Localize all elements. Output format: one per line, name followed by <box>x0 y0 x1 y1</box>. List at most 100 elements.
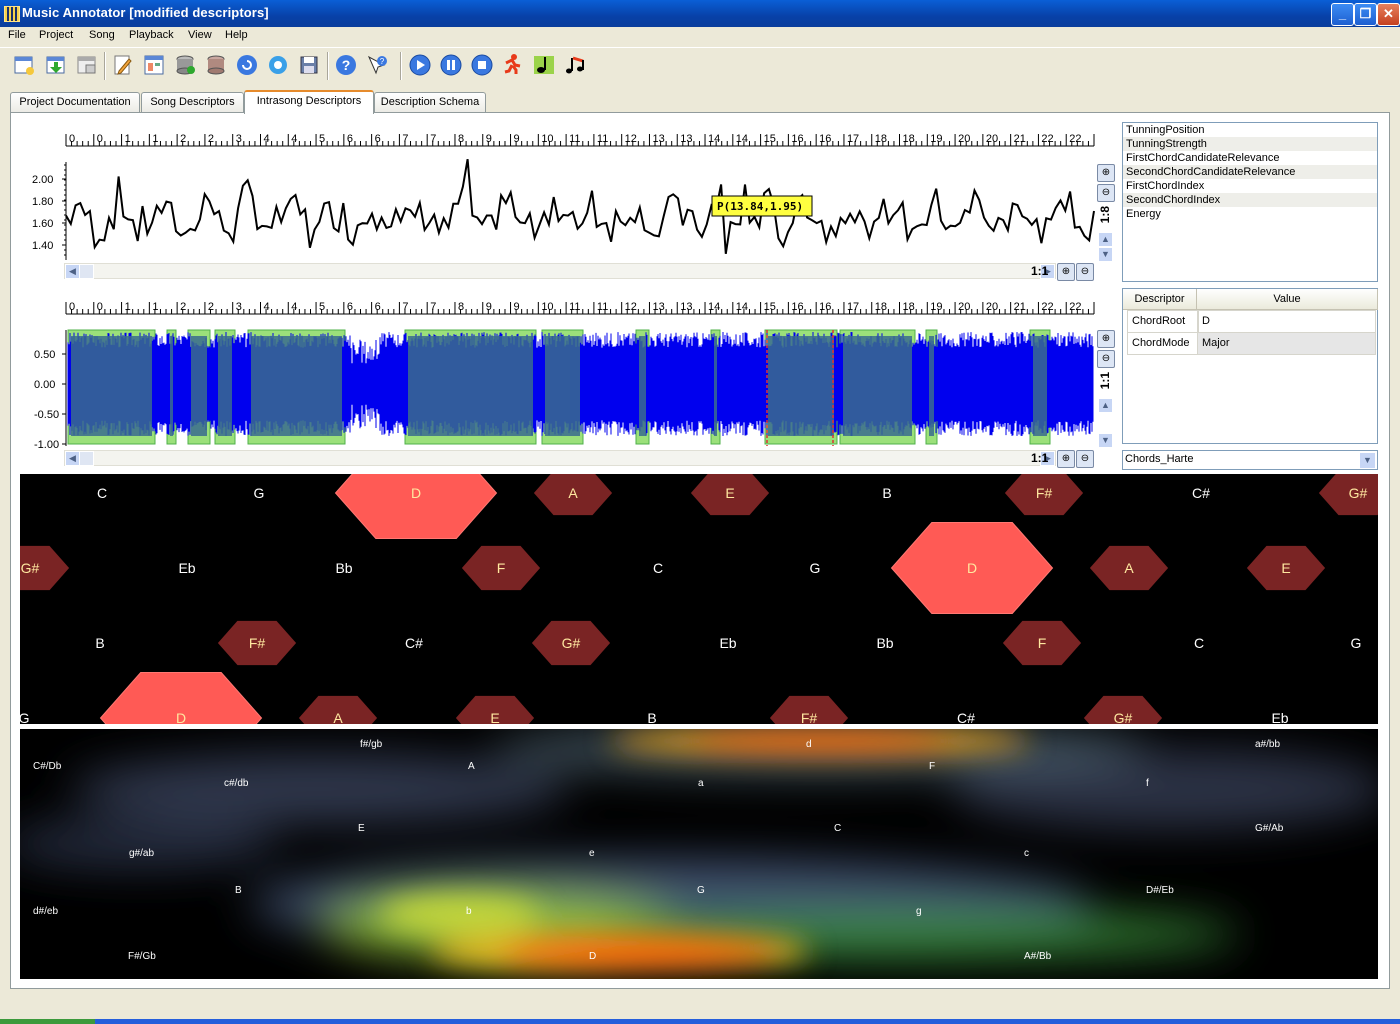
waveform-chart[interactable]: 0 0 1 1 2 2 3 4 4 5 6 6 7 7 8 9 9 10 11 11 12 13 13 14 14 15 16 16 1… <box>20 288 1116 468</box>
table-cell-value[interactable]: D <box>1197 310 1376 333</box>
add-db-icon[interactable] <box>173 53 197 77</box>
scroll-left-button[interactable]: ◀ <box>65 264 80 279</box>
time-ruler-label: 14 <box>736 133 748 145</box>
list-item[interactable]: SecondChordIndex <box>1123 193 1377 207</box>
energy-series-line <box>65 159 1095 254</box>
list-item[interactable]: FirstChordIndex <box>1123 179 1377 193</box>
menu-help[interactable]: Help <box>225 29 248 41</box>
time-ruler-label: 9 <box>486 133 492 145</box>
time-ruler-label: 0 <box>69 133 75 145</box>
time-ruler-label: 19 <box>930 301 942 313</box>
list-item[interactable]: SecondChordCandidateRelevance <box>1123 165 1377 179</box>
v-scroll-down-button[interactable]: ▼ <box>1098 247 1113 262</box>
tonnetz-note-label: C <box>97 485 107 501</box>
menu-view[interactable]: View <box>188 29 212 41</box>
key-label: a#/bb <box>1255 739 1281 750</box>
scroll-thumb[interactable] <box>79 264 94 279</box>
time-ruler-label: 11 <box>569 133 580 145</box>
v-zoom-in-icon[interactable]: ⊕ <box>1097 330 1115 348</box>
menu-song[interactable]: Song <box>89 29 115 41</box>
v-zoom-out-icon[interactable]: ⊖ <box>1097 350 1115 368</box>
segment-inner <box>843 336 912 436</box>
stop-icon[interactable] <box>470 53 494 77</box>
y-tick-label: 1.80 <box>32 196 53 208</box>
segment-inner <box>929 336 934 436</box>
tonnetz-note-label: Bb <box>876 635 893 651</box>
time-ruler-label: 22 <box>1041 301 1053 313</box>
scroll-left-button[interactable]: ◀ <box>65 451 80 466</box>
waveform-h-scrollbar[interactable]: ◀ ▶ <box>64 450 1056 466</box>
edit-icon[interactable] <box>111 53 135 77</box>
tab-description-schema[interactable]: Description Schema <box>374 92 486 112</box>
key-label: F#/Gb <box>128 951 156 962</box>
zoom-out-icon[interactable]: ⊖ <box>1076 450 1094 468</box>
schema-select[interactable]: Chords_Harte ▼ <box>1122 450 1378 470</box>
schema-select-value: Chords_Harte <box>1125 453 1194 465</box>
layout-icon[interactable] <box>142 53 166 77</box>
toolbar: ? ? <box>0 47 1400 84</box>
new-project-icon[interactable] <box>12 53 36 77</box>
tab-project-documentation[interactable]: Project Documentation <box>10 92 140 112</box>
keyspace-view[interactable]: f#/gb d a#/bb C#/Db A Fc#/db a f E C G#/Ab g#/ab e c B… <box>20 729 1378 979</box>
list-item[interactable]: Energy <box>1123 207 1377 221</box>
maximize-button[interactable]: ❐ <box>1354 3 1377 26</box>
energy-chart[interactable]: 0 0 1 1 2 2 3 4 4 5 6 6 7 7 8 9 9 10 11 11 12 13 13 14 14 15 16 16 1… <box>20 122 1116 282</box>
waveform-plot[interactable]: 0 0 1 1 2 2 3 4 4 5 6 6 7 7 8 9 9 10 11 11 12 13 13 14 14 15 16 16 1… <box>20 288 1116 468</box>
time-ruler-label: 0 <box>97 301 103 313</box>
column-header-value[interactable]: Value <box>1197 289 1378 310</box>
save-icon[interactable] <box>297 53 321 77</box>
tonnetz-view[interactable]: C G D A E B F# C# G# G# Eb Bb F C G D A E B F# C# G# Eb Bb F C G G D… <box>20 474 1378 724</box>
column-header-descriptor[interactable]: Descriptor <box>1123 289 1197 310</box>
scroll-thumb[interactable] <box>79 451 94 466</box>
chevron-down-icon[interactable]: ▼ <box>1359 452 1376 469</box>
v-scroll-down-button[interactable]: ▼ <box>1098 433 1113 448</box>
list-item[interactable]: FirstChordCandidateRelevance <box>1123 151 1377 165</box>
zoom-out-icon[interactable]: ⊖ <box>1076 263 1094 281</box>
play-icon[interactable] <box>408 53 432 77</box>
menu-file[interactable]: File <box>8 29 26 41</box>
pause-icon[interactable] <box>439 53 463 77</box>
zoom-in-icon[interactable]: ⊕ <box>1057 263 1075 281</box>
db-icon[interactable] <box>204 53 228 77</box>
list-item[interactable]: TunningStrength <box>1123 137 1377 151</box>
list-item[interactable]: TunningPosition <box>1123 123 1377 137</box>
settings-icon[interactable] <box>266 53 290 77</box>
tab-song-descriptors[interactable]: Song Descriptors <box>141 92 244 112</box>
start-button[interactable] <box>0 1019 95 1024</box>
time-ruler-label: 5 <box>319 301 325 313</box>
minimize-button[interactable]: _ <box>1331 3 1354 26</box>
menu-playback[interactable]: Playback <box>129 29 174 41</box>
v-zoom-in-icon[interactable]: ⊕ <box>1097 164 1115 182</box>
key-label: g#/ab <box>129 848 155 859</box>
tab-intrasong-descriptors[interactable]: Intrasong Descriptors <box>244 90 374 114</box>
multi-note-icon[interactable] <box>563 53 587 77</box>
tonnetz-note-label: F# <box>801 710 818 724</box>
y-tick-label: 0.50 <box>34 349 55 361</box>
help-icon[interactable]: ? <box>334 53 358 77</box>
runner-icon[interactable] <box>500 53 524 77</box>
time-ruler-label: 1 <box>125 301 131 313</box>
refresh-icon[interactable] <box>235 53 259 77</box>
menu-project[interactable]: Project <box>39 29 73 41</box>
y-tick-label: -0.50 <box>34 409 59 421</box>
time-ruler-label: 6 <box>375 301 381 313</box>
open-project-icon[interactable] <box>44 53 68 77</box>
close-project-icon[interactable] <box>75 53 99 77</box>
close-button[interactable]: ✕ <box>1377 3 1400 26</box>
descriptor-list[interactable]: TunningPosition TunningStrength FirstCho… <box>1122 122 1378 282</box>
menu-bar: File Project Song Playback View Help <box>0 27 1400 46</box>
table-cell-value[interactable]: Major <box>1197 332 1376 355</box>
time-ruler-label: 7 <box>402 301 408 313</box>
note-icon[interactable] <box>532 53 556 77</box>
zoom-in-icon[interactable]: ⊕ <box>1057 450 1075 468</box>
v-scroll-up-button[interactable]: ▲ <box>1098 232 1113 247</box>
whats-this-icon[interactable]: ? <box>365 53 389 77</box>
v-zoom-out-icon[interactable]: ⊖ <box>1097 184 1115 202</box>
descriptor-table[interactable]: Descriptor Value ChordRoot D ChordMode M… <box>1122 288 1378 444</box>
time-ruler-label: 5 <box>319 133 325 145</box>
v-scroll-up-button[interactable]: ▲ <box>1098 398 1113 413</box>
energy-plot[interactable]: 0 0 1 1 2 2 3 4 4 5 6 6 7 7 8 9 9 10 11 11 12 13 13 14 14 15 16 16 1… <box>20 122 1116 282</box>
time-ruler-label: 13 <box>680 301 692 313</box>
key-label: c#/db <box>224 778 249 789</box>
energy-h-scrollbar[interactable]: ◀ ▶ <box>64 263 1056 279</box>
